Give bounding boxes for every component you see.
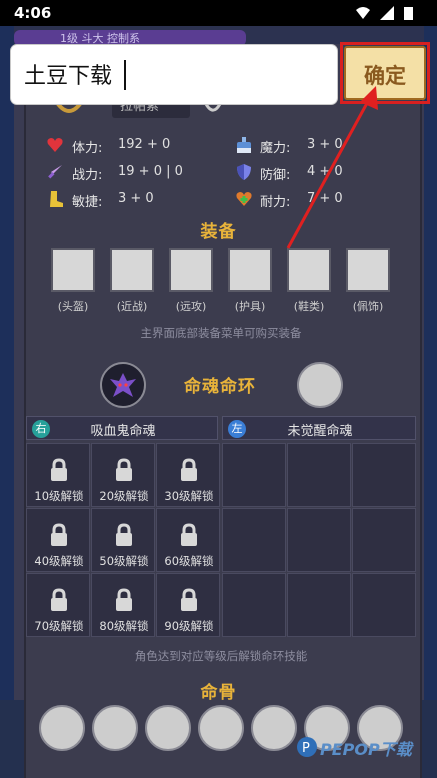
lock-icon — [181, 588, 197, 611]
bone-slot[interactable] — [92, 705, 138, 751]
right-soul-header: 右 吸血鬼命魂 — [26, 416, 218, 440]
endurance-heart-icon — [236, 192, 252, 206]
right-soul-name: 吸血鬼命魂 — [90, 424, 156, 439]
locked-ring-slot[interactable]: 40级解锁 — [26, 508, 90, 572]
svg-text:P: P — [302, 741, 310, 756]
locked-ring-slot[interactable]: 80级解锁 — [91, 573, 155, 637]
bone-slot[interactable] — [39, 705, 85, 751]
empty-ring-slot[interactable] — [222, 508, 286, 572]
wifi-icon — [356, 7, 370, 19]
annotation-arrow-icon — [286, 86, 378, 249]
lock-icon — [116, 588, 132, 611]
locked-ring-slot[interactable]: 20级解锁 — [91, 443, 155, 507]
equip-slot-armor[interactable] — [228, 248, 272, 292]
equip-slot-label: (近战) — [116, 300, 148, 313]
lock-icon — [51, 458, 67, 481]
status-bar: 4:06 — [0, 0, 437, 26]
soul-ring-hint: 角色达到对应等级后解锁命环技能 — [134, 649, 308, 663]
equipment-hint: 主界面底部装备菜单可购买装备 — [140, 326, 302, 340]
lock-label: 30级解锁 — [164, 489, 214, 503]
background-map-right — [424, 26, 437, 778]
empty-ring-slot[interactable] — [287, 508, 351, 572]
text-caret — [124, 60, 126, 90]
lock-icon — [116, 523, 132, 546]
lock-icon — [181, 458, 197, 481]
equip-slot-label: (佩饰) — [352, 300, 384, 313]
lock-label: 70级解锁 — [34, 619, 84, 633]
locked-ring-slot[interactable]: 70级解锁 — [26, 573, 90, 637]
left-soul-name: 未觉醒命魂 — [287, 424, 353, 439]
locked-ring-slot[interactable]: 90级解锁 — [156, 573, 220, 637]
lock-label: 40级解锁 — [34, 554, 84, 568]
lock-icon — [181, 523, 197, 546]
lock-label: 50级解锁 — [99, 554, 149, 568]
locked-ring-slot[interactable]: 60级解锁 — [156, 508, 220, 572]
boot-icon — [50, 191, 63, 207]
watermark-logo-icon: P — [297, 737, 317, 757]
stat-hp-label: 体力: — [72, 141, 103, 156]
heart-icon — [47, 138, 63, 152]
battery-icon — [404, 7, 413, 20]
empty-ring-slot[interactable] — [352, 573, 416, 637]
equip-slot-helmet[interactable] — [51, 248, 95, 292]
vampire-icon — [110, 373, 136, 397]
lock-label: 10级解锁 — [34, 489, 84, 503]
empty-ring-slot[interactable] — [222, 573, 286, 637]
equip-slot-label: (头盔) — [57, 300, 89, 313]
equip-slot-label: (远攻) — [175, 300, 207, 313]
vampire-soul-emblem[interactable] — [100, 362, 146, 408]
empty-ring-slot[interactable] — [352, 443, 416, 507]
lock-icon — [51, 523, 67, 546]
lock-icon — [51, 588, 67, 611]
locked-ring-slot[interactable]: 30级解锁 — [156, 443, 220, 507]
status-time: 4:06 — [14, 4, 52, 22]
shield-icon — [237, 164, 251, 180]
stat-attack-value: 19 + 0 | 0 — [118, 164, 183, 179]
lock-label: 20级解锁 — [99, 489, 149, 503]
lock-icon — [116, 458, 132, 481]
lock-label: 80级解锁 — [99, 619, 149, 633]
stat-attack-label: 战力: — [72, 168, 103, 183]
left-soul-header: 左 未觉醒命魂 — [222, 416, 416, 440]
stat-agility-label: 敏捷: — [72, 195, 103, 210]
sword-icon — [48, 165, 62, 179]
bone-slot[interactable] — [145, 705, 191, 751]
lock-label: 90级解锁 — [164, 619, 214, 633]
mana-bottle-icon — [237, 137, 251, 153]
empty-ring-slot[interactable] — [287, 443, 351, 507]
soul-ring-title: 命魂命环 — [184, 377, 256, 397]
stat-agility-value: 3 + 0 — [118, 191, 154, 206]
equip-slot-ranged[interactable] — [169, 248, 213, 292]
locked-ring-slot[interactable]: 50级解锁 — [91, 508, 155, 572]
equip-slot-label: (鞋类) — [293, 300, 325, 313]
bone-slot[interactable] — [251, 705, 297, 751]
stat-hp-value: 192 + 0 — [118, 137, 171, 152]
empty-ring-slot[interactable] — [287, 573, 351, 637]
locked-ring-slot[interactable]: 10级解锁 — [26, 443, 90, 507]
lock-label: 60级解锁 — [164, 554, 214, 568]
text-input-value[interactable]: 土豆下载 — [24, 58, 112, 90]
bone-slot[interactable] — [198, 705, 244, 751]
empty-soul-emblem[interactable] — [297, 362, 343, 408]
equip-slot-label: (护具) — [234, 300, 266, 313]
equip-slot-melee[interactable] — [110, 248, 154, 292]
empty-ring-slot[interactable] — [352, 508, 416, 572]
background-map-left — [0, 26, 14, 778]
signal-icon — [380, 6, 394, 20]
watermark-text: PEPOP下载 — [320, 740, 412, 759]
empty-ring-slot[interactable] — [222, 443, 286, 507]
bones-title: 命骨 — [200, 683, 237, 703]
